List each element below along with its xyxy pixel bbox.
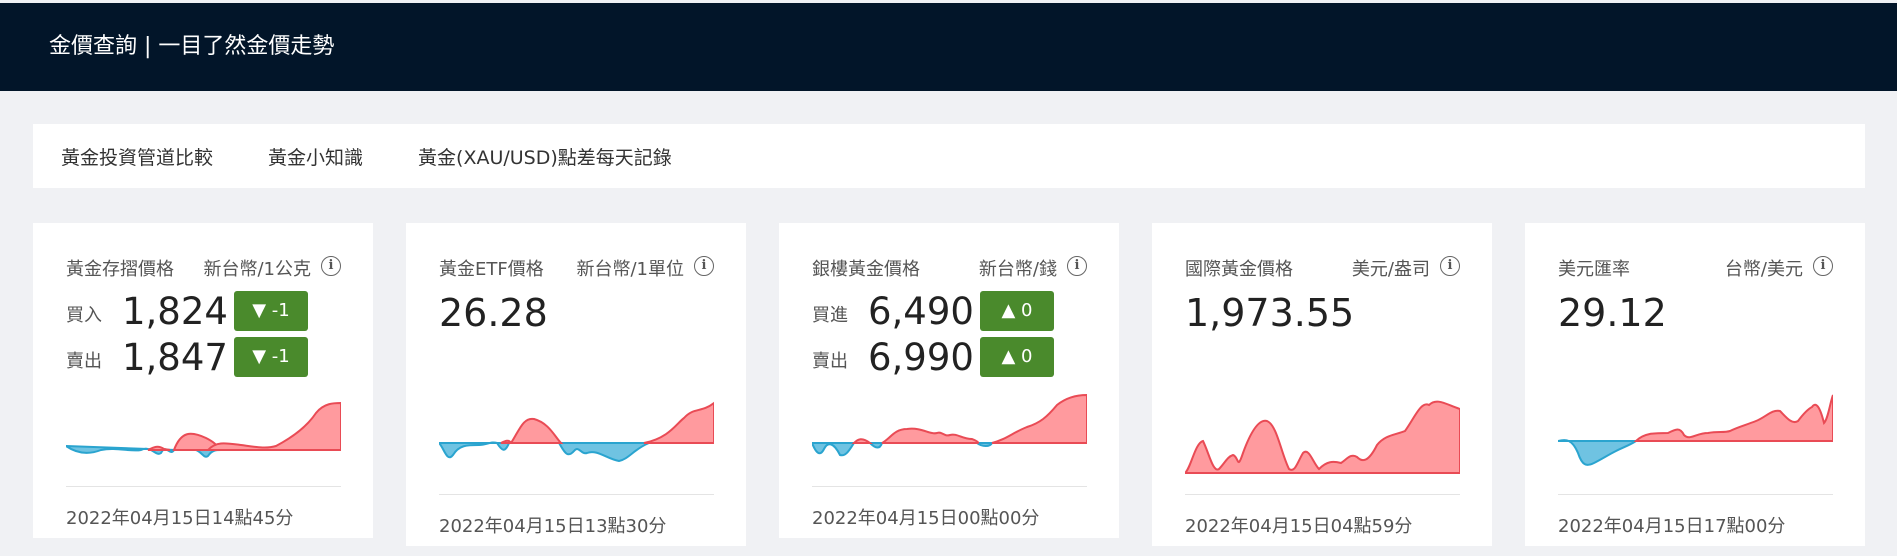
info-icon[interactable]: i bbox=[1440, 256, 1460, 276]
sell-row: 賣出 1,847 ▼ -1 bbox=[66, 335, 308, 379]
divider bbox=[1185, 494, 1460, 495]
card-header: 黃金ETF價格 新台幣/1單位 i bbox=[439, 255, 714, 280]
sell-value: 1,847 bbox=[122, 335, 228, 379]
card-jewelry-store-gold: 銀樓黃金價格 新台幣/錢 i 買進 6,490 ▲ 0 賣出 6,990 ▲ 0… bbox=[779, 223, 1119, 538]
buy-change-badge: ▲ 0 bbox=[980, 291, 1054, 331]
card-title: 黃金存摺價格 bbox=[66, 259, 174, 280]
divider bbox=[1558, 494, 1833, 495]
sparkline-area-below bbox=[195, 449, 222, 458]
update-timestamp: 2022年04月15日14點45分 bbox=[66, 508, 294, 529]
sparkline-area-above bbox=[1633, 394, 1833, 442]
nav-link-gold-knowledge[interactable]: 黃金小知識 bbox=[268, 143, 363, 170]
buy-value: 6,490 bbox=[868, 289, 974, 333]
sparkline-area-below bbox=[812, 442, 856, 457]
card-header: 黃金存摺價格 新台幣/1公克 i bbox=[66, 255, 341, 280]
sparkline-area-below bbox=[557, 442, 650, 463]
trend-sparkline-chart bbox=[1558, 394, 1833, 466]
trend-sparkline-chart bbox=[1185, 400, 1460, 474]
card-header: 國際黃金價格 美元/盎司 i bbox=[1185, 255, 1460, 280]
card-gold-passbook: 黃金存摺價格 新台幣/1公克 i 買入 1,824 ▼ -1 賣出 1,847 … bbox=[33, 223, 373, 538]
sparkline-area-above bbox=[147, 445, 171, 451]
site-title[interactable]: 金價查詢 | 一目了然金價走勢 bbox=[49, 3, 334, 91]
info-icon[interactable]: i bbox=[321, 256, 341, 276]
sell-value: 6,990 bbox=[868, 335, 974, 379]
card-title: 銀樓黃金價格 bbox=[812, 259, 920, 280]
sparkline-area-above bbox=[851, 438, 874, 444]
trend-sparkline-chart bbox=[812, 393, 1087, 457]
card-unit: 新台幣/1公克 bbox=[203, 259, 311, 280]
sell-label: 賣出 bbox=[66, 351, 102, 372]
info-icon[interactable]: i bbox=[1813, 256, 1833, 276]
buy-change-badge: ▼ -1 bbox=[234, 291, 308, 331]
update-timestamp: 2022年04月15日13點30分 bbox=[439, 516, 667, 537]
nav-link-investment-comparison[interactable]: 黃金投資管道比較 bbox=[61, 143, 213, 170]
price-value: 1,973.55 bbox=[1185, 291, 1355, 335]
card-unit: 新台幣/1單位 bbox=[576, 259, 684, 280]
buy-row: 買入 1,824 ▼ -1 bbox=[66, 289, 308, 333]
divider bbox=[812, 486, 1087, 487]
sparkline-area-below bbox=[439, 441, 511, 459]
divider bbox=[439, 494, 714, 495]
trend-sparkline-chart bbox=[439, 401, 714, 463]
sparkline-area-above bbox=[1185, 400, 1460, 474]
buy-value: 1,824 bbox=[122, 289, 228, 333]
card-unit: 新台幣/錢 bbox=[978, 259, 1057, 280]
top-header-bar: 金價查詢 | 一目了然金價走勢 bbox=[0, 3, 1897, 91]
divider bbox=[66, 486, 341, 487]
card-usd-exchange-rate: 美元匯率 台幣/美元 i 29.12 2022年04月15日17點00分 bbox=[1525, 223, 1865, 546]
trend-sparkline-chart bbox=[66, 401, 341, 458]
sell-change-badge: ▼ -1 bbox=[234, 337, 308, 377]
card-international-gold: 國際黃金價格 美元/盎司 i 1,973.55 2022年04月15日04點59… bbox=[1152, 223, 1492, 546]
nav-bar: 黃金投資管道比較 黃金小知識 黃金(XAU/USD)點差每天記錄 bbox=[33, 124, 1865, 188]
card-header: 美元匯率 台幣/美元 i bbox=[1558, 255, 1833, 280]
card-unit: 美元/盎司 bbox=[1351, 259, 1430, 280]
price-value: 29.12 bbox=[1558, 291, 1667, 335]
sparkline-area-above bbox=[500, 439, 513, 444]
nav-link-spread-record[interactable]: 黃金(XAU/USD)點差每天記錄 bbox=[418, 143, 672, 170]
sparkline-area-above bbox=[881, 427, 980, 444]
buy-label: 買入 bbox=[66, 305, 102, 326]
sparkline-area-above bbox=[509, 417, 564, 444]
card-title: 國際黃金價格 bbox=[1185, 259, 1293, 280]
price-value: 26.28 bbox=[439, 291, 548, 335]
update-timestamp: 2022年04月15日00點00分 bbox=[812, 508, 1040, 529]
update-timestamp: 2022年04月15日04點59分 bbox=[1185, 516, 1413, 537]
info-icon[interactable]: i bbox=[1067, 256, 1087, 276]
buy-label: 買進 bbox=[812, 305, 848, 326]
card-title: 黃金ETF價格 bbox=[439, 259, 544, 280]
card-header: 銀樓黃金價格 新台幣/錢 i bbox=[812, 255, 1087, 280]
sell-change-badge: ▲ 0 bbox=[980, 337, 1054, 377]
info-icon[interactable]: i bbox=[694, 256, 714, 276]
card-title: 美元匯率 bbox=[1558, 259, 1630, 280]
sell-label: 賣出 bbox=[812, 351, 848, 372]
sparkline-area-below bbox=[1558, 439, 1640, 466]
update-timestamp: 2022年04月15日17點00分 bbox=[1558, 516, 1786, 537]
sparkline-area-above bbox=[991, 393, 1087, 444]
card-gold-etf: 黃金ETF價格 新台幣/1單位 i 26.28 2022年04月15日13點30… bbox=[406, 223, 746, 546]
sell-row: 賣出 6,990 ▲ 0 bbox=[812, 335, 1054, 379]
sparkline-area-above bbox=[205, 401, 341, 451]
sparkline-area-above bbox=[643, 401, 714, 444]
buy-row: 買進 6,490 ▲ 0 bbox=[812, 289, 1054, 333]
card-unit: 台幣/美元 bbox=[1724, 259, 1803, 280]
sparkline-area-below bbox=[974, 442, 994, 447]
